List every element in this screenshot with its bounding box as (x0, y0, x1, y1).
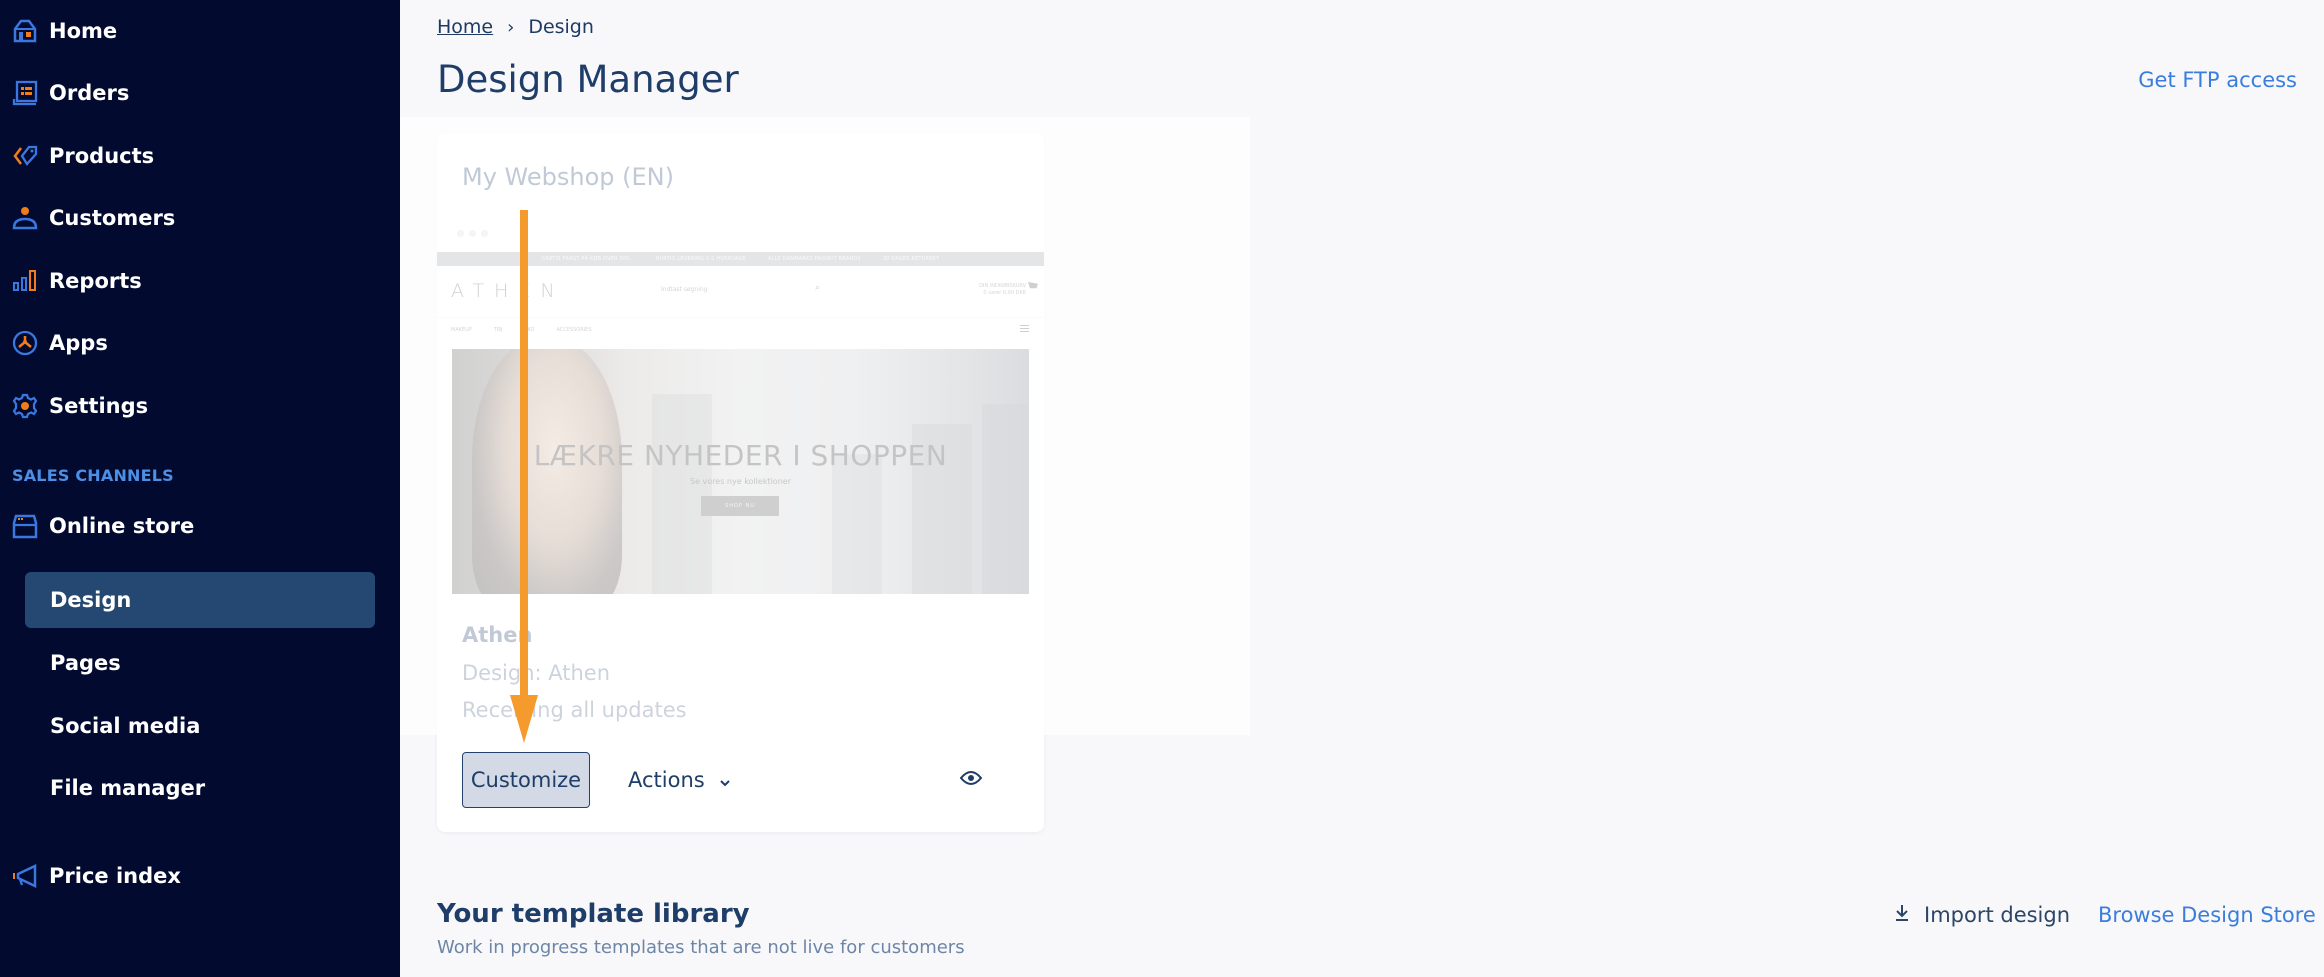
webshop-name: My Webshop (EN) (462, 163, 674, 191)
bar-chart-icon (12, 268, 38, 294)
preview-hero-subtitle: Se vores nye kollektioner (690, 477, 791, 486)
main-content: Home › Design Design Manager Get FTP acc… (400, 0, 2324, 977)
preview-banner-text: ALLE DANMARKS FAVORIT BRANDS (767, 256, 861, 262)
orders-icon (12, 80, 38, 106)
sales-channels-heading: SALES CHANNELS (12, 466, 174, 485)
eye-icon (959, 770, 983, 790)
tag-icon (12, 143, 38, 169)
sidebar-item-pages[interactable]: Pages (25, 635, 375, 691)
sidebar-item-apps[interactable]: Apps (0, 321, 400, 365)
sidebar-item-reports[interactable]: Reports (0, 259, 400, 303)
annotation-arrow-head (510, 695, 538, 743)
preview-search-text: Indtast søgning (661, 286, 708, 293)
import-design-button[interactable]: Import design (1894, 903, 2070, 927)
sidebar-item-orders[interactable]: Orders (0, 71, 400, 115)
sidebar-item-file-manager[interactable]: File manager (25, 760, 375, 816)
gear-icon (12, 393, 38, 419)
preview-banner-text: HURTIG LEVERING 1-2 HVERDAGE (655, 256, 746, 262)
update-status: Receiving all updates (462, 698, 687, 722)
preview-cart-value: 0 varer 0,00 DKK (983, 290, 1026, 296)
preview-hero-button: SHOP NU (701, 496, 779, 516)
sidebar-item-products[interactable]: Products (0, 134, 400, 178)
preview-nav-item: MAKEUP (451, 327, 472, 333)
home-icon (12, 18, 38, 44)
search-icon: ⌕ (815, 283, 821, 293)
card-actions: Customize Actions (462, 752, 1019, 808)
preview-banner: GRATIS FRAGT PÅ KØB OVER 500,- HURTIG LE… (437, 252, 1044, 266)
preview-cart-label: DIN INDKØBSKURV (979, 283, 1026, 289)
sidebar-item-price-index[interactable]: Price index (0, 854, 400, 898)
sidebar-item-label: File manager (50, 776, 206, 800)
sidebar-item-design[interactable]: Design (25, 572, 375, 628)
sidebar-item-label: Customers (49, 206, 176, 230)
sidebar-item-label: Design (50, 588, 132, 612)
actions-dropdown[interactable]: Actions (628, 752, 731, 808)
preview-logo: ATHEN (451, 280, 565, 302)
preview-nav-item: ACCESSORIES (556, 327, 592, 333)
preview-cart: DIN INDKØBSKURV 0 varer 0,00 DKK (979, 283, 1026, 297)
sidebar-item-label: Apps (49, 331, 108, 355)
annotation-arrow (520, 210, 528, 700)
sidebar: Home Orders Products Customers Reports A… (0, 0, 400, 977)
sidebar-item-label: Products (49, 144, 155, 168)
sidebar-item-label: Social media (50, 714, 201, 738)
actions-label: Actions (628, 768, 705, 792)
breadcrumb: Home › Design (437, 16, 594, 38)
download-icon (1894, 903, 1910, 927)
preview-nav-item: TØJ (493, 327, 503, 333)
user-icon (12, 205, 38, 231)
preview-banner-text: GRATIS FRAGT PÅ KØB OVER 500,- (541, 256, 634, 262)
hamburger-menu-icon (1020, 325, 1029, 332)
get-ftp-access-link[interactable]: Get FTP access (2138, 68, 2297, 92)
page-title: Design Manager (437, 58, 739, 101)
apps-icon (12, 330, 38, 356)
design-name: Design: Athen (462, 661, 611, 685)
browser-dots-icon (457, 230, 488, 237)
chevron-right-icon: › (507, 16, 515, 38)
chevron-down-icon (719, 768, 731, 792)
sidebar-item-settings[interactable]: Settings (0, 384, 400, 428)
customize-button[interactable]: Customize (462, 752, 590, 808)
cart-icon (1028, 282, 1038, 289)
sidebar-item-label: Online store (49, 514, 195, 538)
sidebar-item-label: Pages (50, 651, 121, 675)
sidebar-item-online-store[interactable]: Online store (0, 504, 400, 548)
breadcrumb-home-link[interactable]: Home (437, 16, 493, 38)
sidebar-item-label: Settings (49, 394, 149, 418)
sidebar-item-label: Price index (49, 864, 181, 888)
preview-hero-title: LÆKRE NYHEDER I SHOPPEN (533, 439, 948, 472)
import-design-label: Import design (1924, 903, 2071, 927)
sidebar-item-label: Home (49, 19, 118, 43)
preview-hero: LÆKRE NYHEDER I SHOPPEN Se vores nye kol… (452, 349, 1029, 594)
sidebar-item-social-media[interactable]: Social media (25, 698, 375, 754)
template-library-subtitle: Work in progress templates that are not … (437, 937, 965, 958)
breadcrumb-current: Design (528, 16, 594, 38)
preview-header: ATHEN Indtast søgning ⌕ DIN INDKØBSKURV … (437, 266, 1044, 318)
megaphone-icon (12, 863, 38, 889)
theme-preview-image: GRATIS FRAGT PÅ KØB OVER 500,- HURTIG LE… (437, 252, 1044, 607)
browse-design-store-link[interactable]: Browse Design Store (2098, 903, 2316, 927)
template-library-title: Your template library (437, 899, 750, 929)
sidebar-item-label: Reports (49, 269, 142, 293)
sidebar-item-label: Orders (49, 81, 130, 105)
preview-banner-text: 30 DAGES RETURRET (882, 256, 940, 262)
preview-eye-button[interactable] (959, 768, 983, 792)
store-icon (12, 513, 38, 539)
sidebar-item-customers[interactable]: Customers (0, 196, 400, 240)
sidebar-item-home[interactable]: Home (0, 9, 400, 53)
